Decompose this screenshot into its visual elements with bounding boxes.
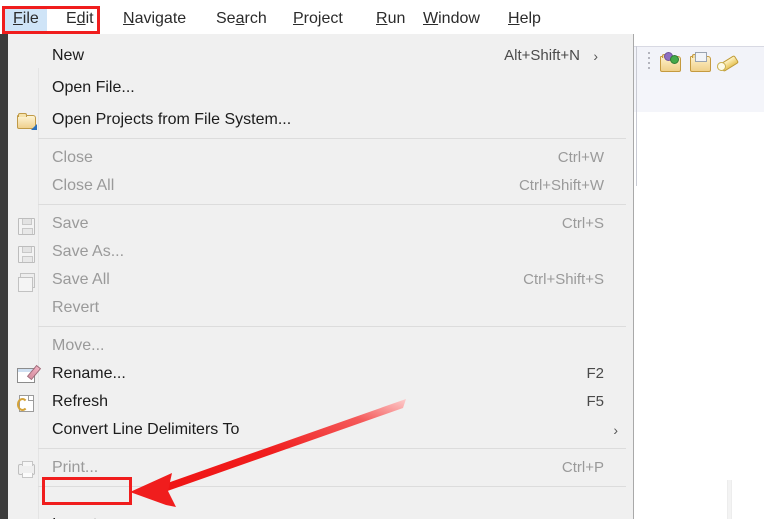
open-folder-icon [16, 111, 37, 130]
menu-item-new[interactable]: New Alt+Shift+N › [8, 42, 626, 70]
menu-item-refresh-label: Refresh [52, 393, 109, 410]
menu-item-print-accel: Ctrl+P [561, 459, 604, 476]
annotation-box-import [42, 477, 132, 505]
menu-item-open-file[interactable]: Open File... [8, 74, 626, 102]
menu-item-close-all-label: Close All [52, 177, 115, 194]
save-as-floppy-icon [16, 243, 36, 263]
rename-pencil-icon [16, 365, 36, 383]
refresh-icon [16, 393, 36, 412]
menu-separator [38, 138, 626, 139]
menu-item-import-label: Import... [52, 511, 111, 519]
menu-item-save-label: Save [52, 215, 89, 232]
save-floppy-icon [16, 215, 36, 235]
menu-item-move[interactable]: Move... [8, 332, 626, 360]
quick-access-icon[interactable] [715, 54, 740, 74]
menubar-item-search[interactable]: Search [208, 6, 275, 32]
toolbar-drag-handle[interactable] [648, 52, 651, 74]
menu-item-rename-accel: F2 [586, 365, 604, 382]
editor-area [634, 112, 764, 519]
menu-item-open-file-label: Open File... [52, 79, 135, 96]
annotation-box-file-edit [2, 6, 100, 34]
menu-separator [38, 326, 626, 327]
menu-item-import[interactable]: Import... [8, 511, 626, 519]
menu-item-save-all-accel: Ctrl+Shift+S [523, 271, 604, 288]
menu-item-save[interactable]: Save Ctrl+S [8, 210, 626, 238]
menu-item-save-all-label: Save All [52, 271, 110, 288]
menu-item-rename[interactable]: Rename... F2 [8, 360, 626, 388]
print-icon [16, 459, 36, 478]
file-dropdown-menu[interactable]: New Alt+Shift+N › Open File... Open Proj… [0, 34, 634, 519]
menu-item-new-accel: Alt+Shift+N [504, 47, 580, 64]
menu-item-close-label: Close [52, 149, 93, 166]
menu-item-save-as[interactable]: Save As... [8, 238, 626, 266]
menu-item-move-label: Move... [52, 337, 105, 354]
menu-item-open-projects-from-file-system[interactable]: Open Projects from File System... [8, 106, 626, 134]
panel-divider [727, 480, 732, 519]
menu-item-convert-line-delimiters-to[interactable]: Convert Line Delimiters To › [8, 416, 626, 444]
menubar-item-window[interactable]: Window [415, 6, 488, 32]
menu-item-close-all[interactable]: Close All Ctrl+Shift+W [8, 172, 626, 200]
menu-item-close[interactable]: Close Ctrl+W [8, 144, 626, 172]
save-all-floppy-icon [16, 271, 36, 292]
editor-tab-strip [634, 80, 764, 112]
menu-item-save-all[interactable]: Save All Ctrl+Shift+S [8, 266, 626, 294]
menu-item-refresh-accel: F5 [586, 393, 604, 410]
menu-item-convert-label: Convert Line Delimiters To [52, 421, 240, 438]
menu-item-close-accel: Ctrl+W [557, 149, 604, 166]
menubar-item-run[interactable]: Run [368, 6, 413, 32]
menu-item-refresh[interactable]: Refresh F5 [8, 388, 626, 416]
menubar-item-navigate[interactable]: Navigate [115, 6, 194, 32]
menubar-item-project[interactable]: Project [285, 6, 351, 32]
menu-item-save-as-label: Save As... [52, 243, 125, 260]
menubar-item-help[interactable]: Help [500, 6, 549, 32]
menu-item-new-label: New [52, 47, 85, 64]
menu-separator [38, 204, 626, 205]
menu-item-rename-label: Rename... [52, 365, 126, 382]
menu-item-open-projects-label: Open Projects from File System... [52, 111, 292, 128]
chevron-right-icon: › [593, 48, 598, 64]
menu-item-save-accel: Ctrl+S [561, 215, 604, 232]
open-type-icon[interactable] [660, 52, 681, 74]
chevron-right-icon: › [613, 422, 618, 438]
menu-item-revert[interactable]: Revert [8, 294, 626, 322]
menu-separator [38, 448, 626, 449]
menu-item-revert-label: Revert [52, 299, 100, 316]
menu-item-close-all-accel: Ctrl+Shift+W [518, 177, 604, 194]
menu-drop-shadow [0, 34, 8, 519]
workbench-separator [636, 46, 637, 186]
open-resource-icon[interactable] [690, 52, 711, 74]
